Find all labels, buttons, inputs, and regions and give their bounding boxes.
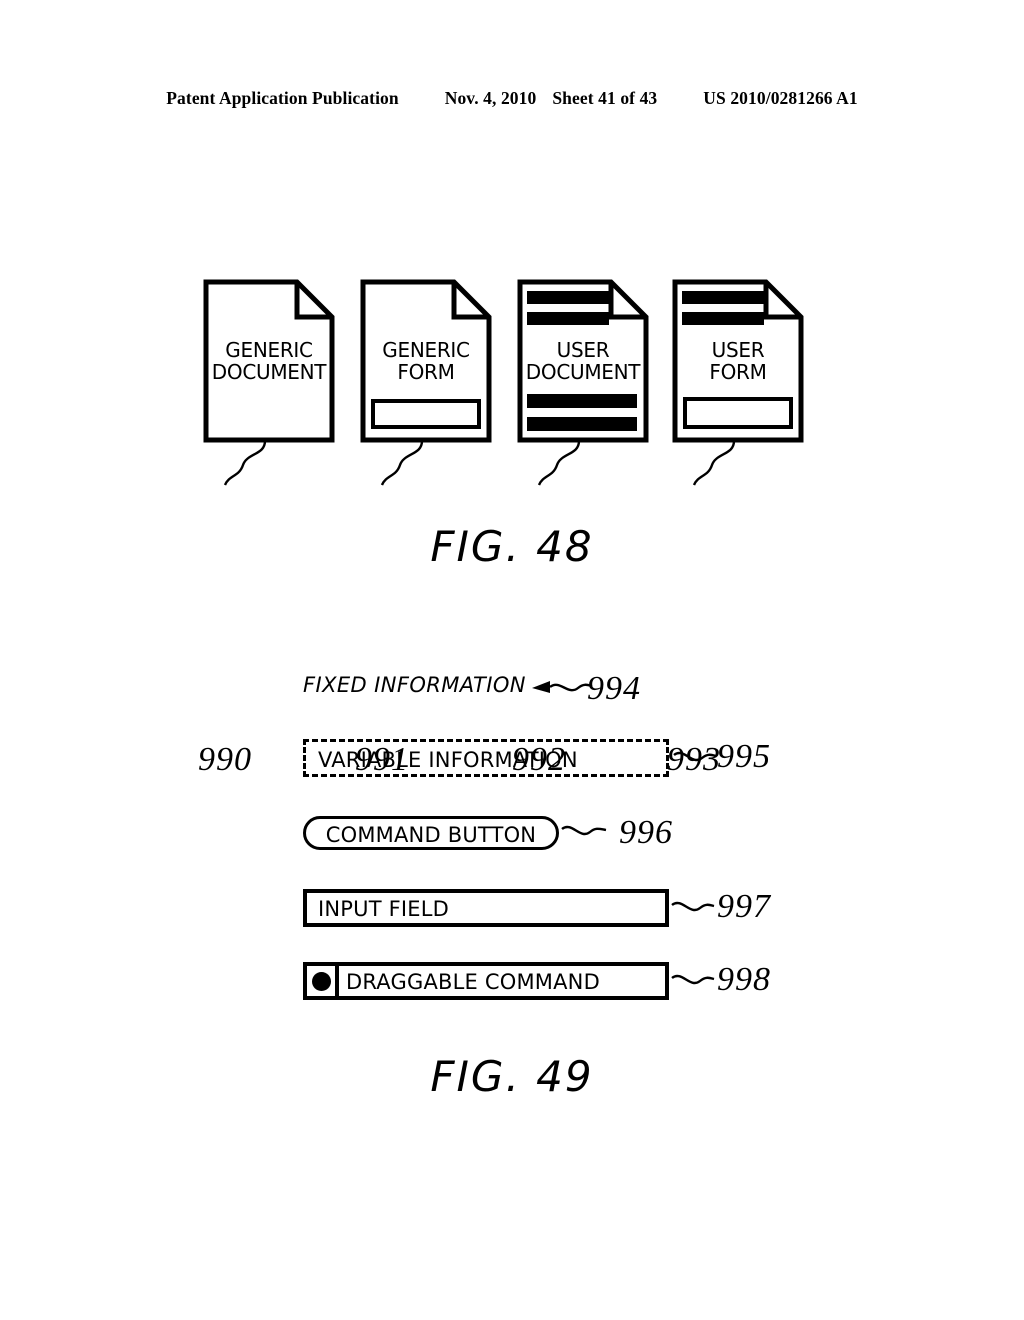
header-publication-number: US 2010/0281266 A1	[703, 88, 858, 108]
reference-number-998: 998	[717, 961, 771, 998]
document-icon-generic-document: GENERIC DOCUMENT	[203, 279, 335, 443]
leader-line-993	[692, 440, 736, 486]
content-bar-icon	[527, 417, 637, 431]
legend-input-field-label: INPUT FIELD	[318, 897, 450, 921]
form-input-box-icon	[371, 399, 481, 429]
header-date: Nov. 4, 2010	[444, 88, 537, 108]
content-bar-icon	[682, 312, 764, 325]
legend-command-button[interactable]: COMMAND BUTTON	[303, 816, 559, 850]
document-icon-generic-form: GENERIC FORM	[360, 279, 492, 443]
page-shape-icon	[517, 279, 649, 443]
content-bar-icon	[527, 394, 637, 408]
reference-number-990: 990	[198, 741, 252, 778]
legend-draggable-command[interactable]: DRAGGABLE COMMAND	[303, 962, 669, 1000]
legend-draggable-command-label: DRAGGABLE COMMAND	[346, 970, 600, 994]
reference-number-995: 995	[717, 738, 771, 775]
legend-fixed-information-label: FIXED INFORMATION	[303, 673, 526, 697]
content-bar-icon	[682, 291, 764, 304]
document-icon-user-document: USER DOCUMENT	[517, 279, 649, 443]
figure-caption-48: FIG. 48	[430, 522, 594, 571]
figure-caption-49: FIG. 49	[430, 1052, 594, 1101]
legend-variable-information-label: VARIABLE INFORMATION	[318, 748, 578, 772]
legend-variable-information-box[interactable]: VARIABLE INFORMATION	[303, 739, 669, 777]
form-input-box-icon	[683, 397, 793, 429]
content-bar-icon	[527, 312, 609, 325]
leader-line-990	[223, 440, 267, 486]
header-publication: Patent Application Publication	[166, 88, 399, 108]
leader-line-991	[380, 440, 424, 486]
drag-handle-cell[interactable]	[307, 966, 339, 996]
fig48-document-row: GENERIC DOCUMENT 990 GENERIC FORM 991 US…	[0, 279, 1024, 778]
reference-number-997: 997	[717, 888, 771, 925]
leader-line-992	[537, 440, 581, 486]
arrowhead-icon	[532, 681, 550, 693]
page-shape-icon	[672, 279, 804, 443]
sheet-header: Patent Application Publication Nov. 4, 2…	[0, 88, 1024, 109]
legend-command-button-label: COMMAND BUTTON	[325, 823, 537, 847]
header-sheet-number: Sheet 41 of 43	[552, 88, 658, 108]
reference-number-994: 994	[587, 670, 641, 707]
page-shape-icon	[360, 279, 492, 443]
document-icon-user-form: USER FORM	[672, 279, 804, 443]
page-shape-icon	[203, 279, 335, 443]
reference-number-996: 996	[619, 814, 673, 851]
content-bar-icon	[527, 291, 609, 304]
legend-input-field[interactable]: INPUT FIELD	[303, 889, 669, 927]
drag-handle-dot-icon[interactable]	[312, 972, 331, 991]
